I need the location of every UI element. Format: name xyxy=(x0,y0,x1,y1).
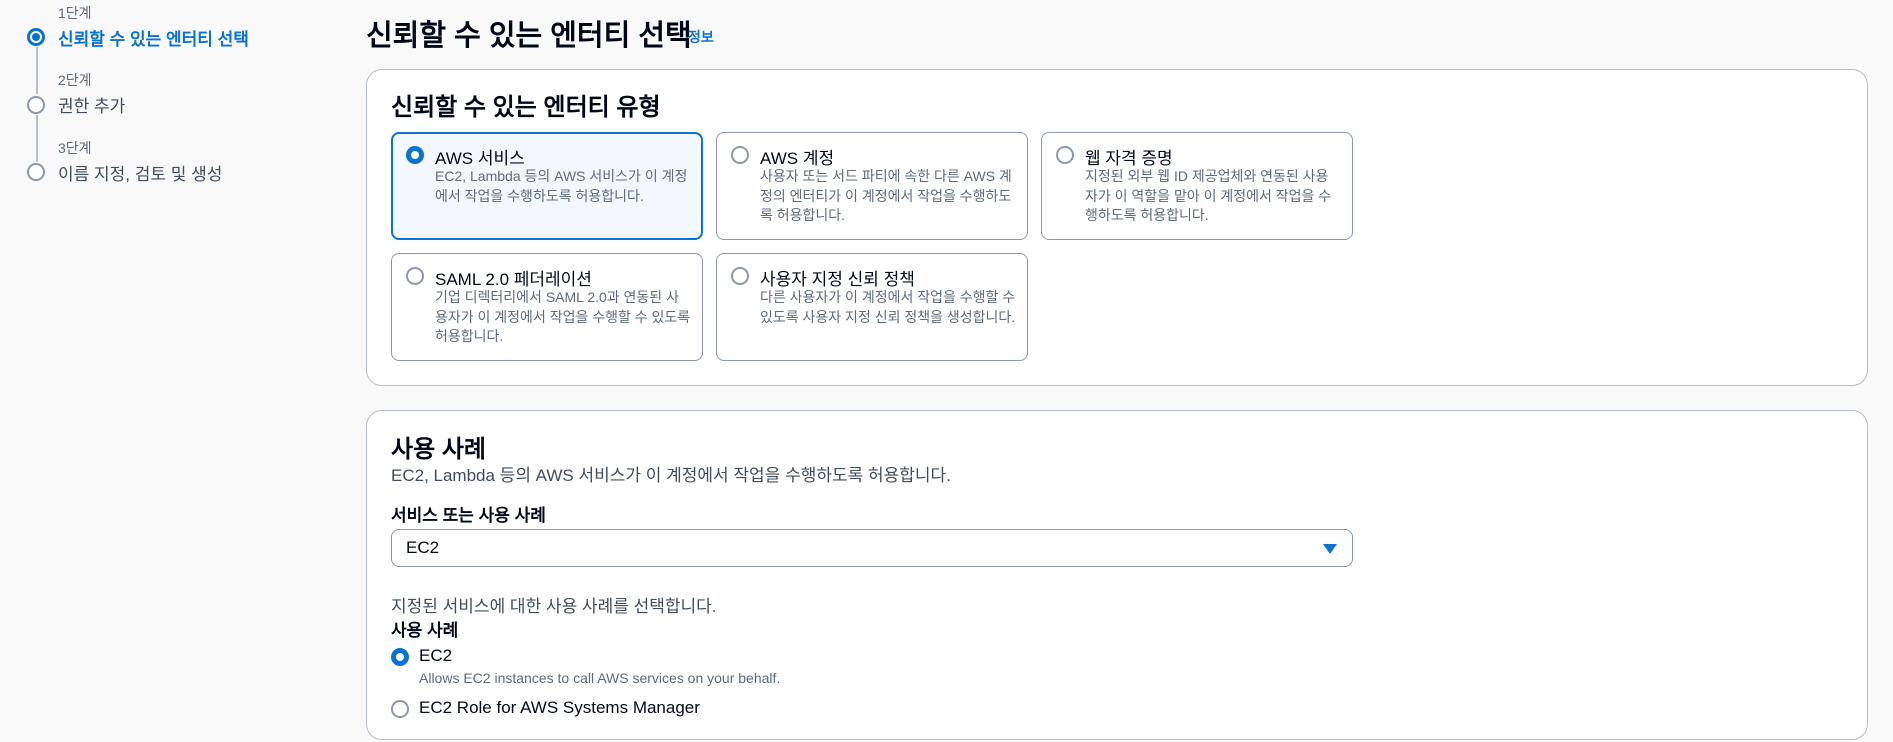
panel-heading: 사용 사례 xyxy=(391,436,486,463)
use-case-hint: 지정된 서비스에 대한 사용 사례를 선택합니다. xyxy=(391,597,717,616)
step-number: 1단계 xyxy=(58,5,92,21)
radio-button[interactable] xyxy=(731,267,749,285)
option-title: EC2 Role for AWS Systems Manager xyxy=(419,698,700,717)
trusted-entity-type-panel: 신뢰할 수 있는 엔터티 유형 AWS 서비스 EC2, Lambda 등의 A… xyxy=(366,69,1868,386)
caret-down-icon xyxy=(1323,544,1337,554)
radio-button[interactable] xyxy=(406,146,424,164)
step-label: 신뢰할 수 있는 엔터티 선택 xyxy=(58,30,249,49)
use-case-option-ec2[interactable]: EC2 Allows EC2 instances to call AWS ser… xyxy=(391,646,1091,690)
radio-button[interactable] xyxy=(391,700,409,718)
tile-custom-trust-policy[interactable]: 사용자 지정 신뢰 정책 다른 사용자가 이 계정에서 작업을 수행할 수 있도… xyxy=(716,253,1028,361)
step-label: 권한 추가 xyxy=(58,97,126,116)
info-link[interactable]: 정보 xyxy=(688,27,714,47)
step-indicator-icon xyxy=(27,163,45,181)
step-connector xyxy=(36,115,38,162)
use-case-panel: 사용 사례 EC2, Lambda 등의 AWS 서비스가 이 계정에서 작업을… xyxy=(366,410,1868,740)
service-field-label: 서비스 또는 사용 사례 xyxy=(391,506,546,525)
option-description: Allows EC2 instances to call AWS service… xyxy=(419,670,781,686)
tile-title: 사용자 지정 신뢰 정책 xyxy=(760,270,915,289)
tile-description: EC2, Lambda 등의 AWS 서비스가 이 계정에서 작업을 수행하도록… xyxy=(435,168,688,204)
step-indicator-icon xyxy=(27,28,45,46)
page-title: 신뢰할 수 있는 엔터티 선택 xyxy=(366,20,692,52)
service-select[interactable]: EC2 xyxy=(391,529,1353,567)
tile-description: 기업 디렉터리에서 SAML 2.0과 연동된 사용자가 이 계정에서 작업을 … xyxy=(435,289,691,344)
step-indicator-icon xyxy=(27,96,45,114)
step-number: 2단계 xyxy=(58,72,92,88)
tile-description: 지정된 외부 웹 ID 제공업체와 연동된 사용자가 이 역할을 맡아 이 계정… xyxy=(1085,168,1332,223)
use-case-description: EC2, Lambda 등의 AWS 서비스가 이 계정에서 작업을 수행하도록… xyxy=(391,466,951,485)
tile-saml-federation[interactable]: SAML 2.0 페더레이션 기업 디렉터리에서 SAML 2.0과 연동된 사… xyxy=(391,253,703,361)
radio-button[interactable] xyxy=(1056,146,1074,164)
step-label: 이름 지정, 검토 및 생성 xyxy=(58,165,223,184)
radio-button[interactable] xyxy=(391,648,409,666)
use-case-field-label: 사용 사례 xyxy=(391,621,459,640)
wizard-steps: 1단계 신뢰할 수 있는 엔터티 선택 2단계 권한 추가 3단계 이름 지정,… xyxy=(0,0,340,711)
use-case-option-ec2-ssm[interactable]: EC2 Role for AWS Systems Manager xyxy=(391,698,1091,742)
tile-title: AWS 계정 xyxy=(760,149,835,168)
tile-description: 다른 사용자가 이 계정에서 작업을 수행할 수 있도록 사용자 지정 신뢰 정… xyxy=(760,289,1016,325)
tile-aws-account[interactable]: AWS 계정 사용자 또는 서드 파티에 속한 다른 AWS 계정의 엔터티가 … xyxy=(716,132,1028,240)
step-number: 3단계 xyxy=(58,140,92,156)
option-title: EC2 xyxy=(419,646,453,665)
panel-heading: 신뢰할 수 있는 엔터티 유형 xyxy=(391,94,661,121)
tile-title: SAML 2.0 페더레이션 xyxy=(435,270,592,289)
tile-title: AWS 서비스 xyxy=(435,149,525,168)
step-connector xyxy=(36,47,38,94)
radio-button[interactable] xyxy=(731,146,749,164)
tile-title: 웹 자격 증명 xyxy=(1085,149,1173,168)
tile-aws-service[interactable]: AWS 서비스 EC2, Lambda 등의 AWS 서비스가 이 계정에서 작… xyxy=(391,132,703,240)
tile-description: 사용자 또는 서드 파티에 속한 다른 AWS 계정의 엔터티가 이 계정에서 … xyxy=(760,168,1012,223)
tile-web-identity[interactable]: 웹 자격 증명 지정된 외부 웹 ID 제공업체와 연동된 사용자가 이 역할을… xyxy=(1041,132,1353,240)
select-value: EC2 xyxy=(406,538,440,557)
radio-button[interactable] xyxy=(406,267,424,285)
